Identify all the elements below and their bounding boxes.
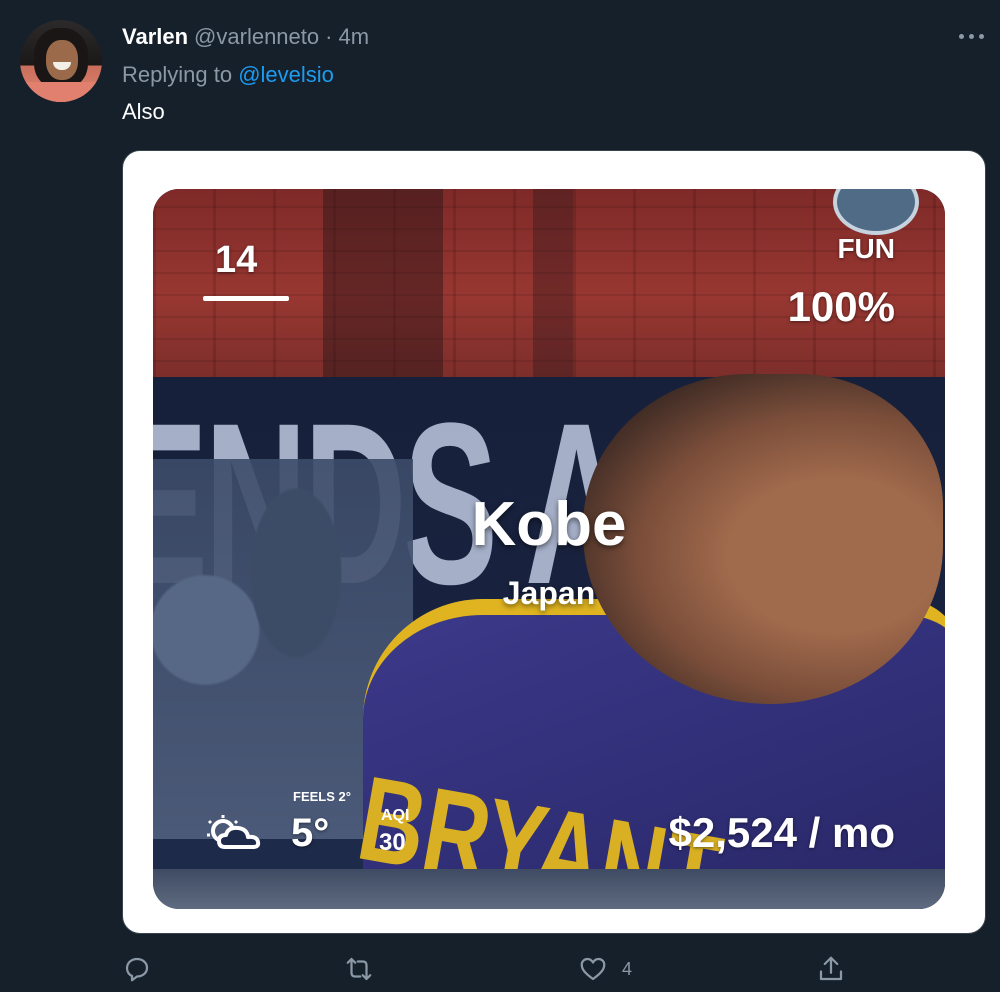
replying-to-line: Replying to @levelsio xyxy=(122,62,334,88)
aqi-value: 30 xyxy=(379,829,406,856)
share-button[interactable] xyxy=(816,954,846,984)
reply-button[interactable] xyxy=(122,954,166,984)
aqi-label: AQI xyxy=(381,807,410,824)
temperature: 5° xyxy=(291,811,330,855)
share-icon xyxy=(819,956,843,981)
display-name[interactable]: Varlen xyxy=(122,24,188,50)
city-name: Kobe xyxy=(471,490,627,559)
more-options-icon[interactable] xyxy=(959,34,984,39)
retweet-button[interactable] xyxy=(344,954,388,984)
photo-bottom-strip xyxy=(153,869,945,909)
separator-dot: · xyxy=(325,24,333,49)
replying-mention-link[interactable]: @levelsio xyxy=(238,62,334,87)
user-handle[interactable]: @varlenneto xyxy=(194,24,319,50)
city-rank: 14 xyxy=(215,239,258,281)
tweet-header: Varlen @varlenneto · 4m xyxy=(122,24,369,52)
cloud-sun-icon xyxy=(207,815,261,849)
fun-label: FUN xyxy=(837,233,895,264)
feels-like: FEELS 2° xyxy=(293,789,351,804)
tweet-timestamp[interactable]: 4m xyxy=(338,24,369,50)
country-name: Japan xyxy=(502,575,596,611)
avatar-face xyxy=(46,40,78,80)
fun-value: 100% xyxy=(787,283,895,330)
photo-pillar xyxy=(533,189,573,384)
user-avatar[interactable] xyxy=(20,20,102,102)
rank-underline xyxy=(203,296,289,301)
city-card-image: ENDS ARE L BRYANT 14 FUN 100% Kobe Japan… xyxy=(153,189,945,909)
monthly-cost: $2,524 / mo xyxy=(668,809,895,856)
like-count: 4 xyxy=(622,958,633,979)
tweet-text: Also xyxy=(122,99,165,124)
like-button[interactable]: 4 xyxy=(578,954,632,984)
avatar-shirt xyxy=(20,82,102,102)
reply-icon xyxy=(125,957,149,982)
retweet-icon xyxy=(346,957,372,981)
heart-icon xyxy=(580,957,606,981)
replying-prefix: Replying to xyxy=(122,62,233,87)
tweet-actions: 4 xyxy=(122,954,862,990)
media-attachment[interactable]: ENDS ARE L BRYANT 14 FUN 100% Kobe Japan… xyxy=(122,150,986,934)
photo-pillar xyxy=(323,189,443,384)
